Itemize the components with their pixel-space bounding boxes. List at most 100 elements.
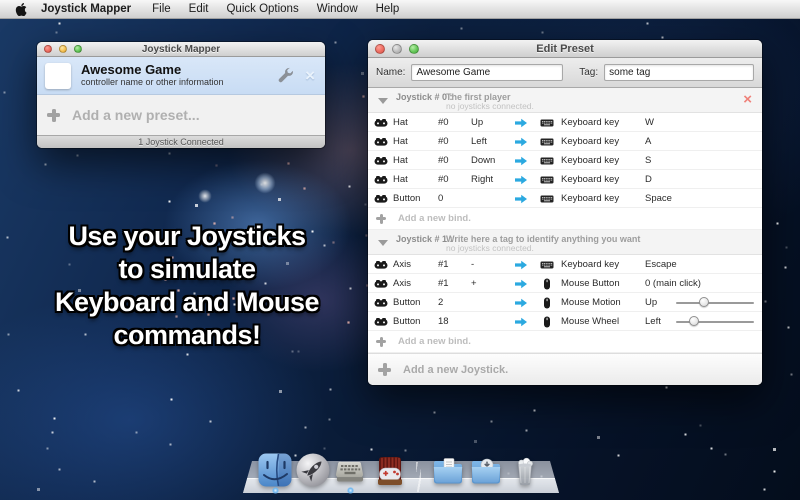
target-value: Space <box>645 189 672 208</box>
apple-menu[interactable] <box>10 2 32 17</box>
source-direction: Down <box>471 151 495 170</box>
tag-label: Tag: <box>579 67 598 78</box>
keyboard-icon <box>539 189 555 208</box>
add-bind-label: Add a new bind. <box>398 213 471 224</box>
dock-launchpad-icon[interactable] <box>295 452 331 488</box>
menu-edit[interactable]: Edit <box>180 0 218 18</box>
bind-row[interactable]: Hat #0 Right Keyboard key D <box>368 170 762 189</box>
joystick-connected-status: 1 Joystick Connected <box>138 137 224 147</box>
add-bind-row[interactable]: Add a new bind. <box>368 331 762 353</box>
gamepad-icon <box>374 255 388 274</box>
minimize-button[interactable] <box>59 45 67 53</box>
preset-list-item[interactable]: Awesome Game controller name or other in… <box>37 57 325 95</box>
menu-app-name[interactable]: Joystick Mapper <box>32 0 143 18</box>
source-id: #0 <box>438 113 449 132</box>
right-arrow-icon <box>514 113 528 132</box>
right-arrow-icon <box>514 170 528 189</box>
slider-thumb[interactable] <box>699 297 709 307</box>
tagline-line-4: commands! <box>22 319 352 352</box>
menu-window[interactable]: Window <box>308 0 367 18</box>
target-type: Keyboard key <box>561 170 619 189</box>
joystick-1-label: Joystick # 1 : <box>396 234 453 244</box>
zoom-button[interactable] <box>74 45 82 53</box>
bind-row[interactable]: Hat #0 Left Keyboard key A <box>368 132 762 151</box>
bind-row[interactable]: Button 18 Mouse Wheel Left <box>368 312 762 331</box>
slider-track <box>676 302 754 304</box>
minimize-button-disabled <box>392 44 402 54</box>
gamepad-icon <box>374 274 388 293</box>
target-value: Escape <box>645 255 677 274</box>
disclosure-triangle-icon[interactable] <box>378 240 388 246</box>
target-type: Keyboard key <box>561 132 619 151</box>
source-direction: Left <box>471 132 487 151</box>
preset-window-titlebar[interactable]: Joystick Mapper <box>37 42 325 57</box>
slider-track <box>676 321 754 323</box>
bind-row[interactable]: Hat #0 Up Keyboard key W <box>368 113 762 132</box>
menu-file[interactable]: File <box>143 0 180 18</box>
value-slider[interactable] <box>676 293 754 312</box>
gamepad-icon <box>374 312 388 331</box>
joystick-0-header[interactable]: Joystick # 0 : The first player no joyst… <box>368 88 762 113</box>
delete-preset-icon[interactable]: × <box>305 67 315 84</box>
bind-row[interactable]: Axis #1 + Mouse Button 0 (main click) <box>368 274 762 293</box>
preset-status-bar: 1 Joystick Connected <box>37 135 325 148</box>
keyboard-icon <box>539 151 555 170</box>
tag-input[interactable] <box>604 64 754 81</box>
joystick-1-header[interactable]: Joystick # 1 : Write here a tag to ident… <box>368 230 762 255</box>
target-type: Keyboard key <box>561 113 619 132</box>
edit-window-titlebar[interactable]: Edit Preset <box>368 40 762 58</box>
bind-row[interactable]: Hat #0 Down Keyboard key S <box>368 151 762 170</box>
right-arrow-icon <box>514 189 528 208</box>
dock-keyboard-app-icon[interactable] <box>332 452 368 488</box>
keyboard-icon <box>539 255 555 274</box>
close-button[interactable] <box>44 45 52 53</box>
tagline-line-1: Use your Joysticks <box>22 220 352 253</box>
slider-thumb[interactable] <box>689 316 699 326</box>
add-preset-row[interactable]: Add a new preset... <box>37 95 325 135</box>
zoom-button[interactable] <box>409 44 419 54</box>
target-value: 0 (main click) <box>645 274 701 293</box>
bind-row[interactable]: Axis #1 - Keyboard key Escape <box>368 255 762 274</box>
remove-joystick-icon[interactable]: × <box>743 90 752 110</box>
edit-preset-window: Edit Preset Name: Tag: Joystick # 0 : Th… <box>368 40 762 385</box>
bind-row[interactable]: Button 0 Keyboard key Space <box>368 189 762 208</box>
preset-name: Awesome Game <box>81 63 278 77</box>
dock-finder-icon[interactable] <box>257 452 293 488</box>
source-type: Hat <box>393 113 408 132</box>
tagline-line-2: to simulate <box>22 253 352 286</box>
mouse-icon <box>539 274 555 293</box>
running-indicator <box>347 487 354 494</box>
dock-gamepad-app-icon[interactable] <box>372 452 408 488</box>
dock-downloads-folder-icon[interactable] <box>468 452 504 488</box>
wrench-icon[interactable] <box>278 67 295 84</box>
right-arrow-icon <box>514 274 528 293</box>
disclosure-triangle-icon[interactable] <box>378 98 388 104</box>
add-joystick-row[interactable]: Add a new Joystick. <box>368 353 762 385</box>
value-slider[interactable] <box>676 312 754 331</box>
dock-documents-folder-icon[interactable] <box>430 452 466 488</box>
add-bind-label: Add a new bind. <box>398 336 471 347</box>
plus-icon <box>376 337 386 347</box>
bind-row[interactable]: Button 2 Mouse Motion Up <box>368 293 762 312</box>
apple-icon <box>15 2 28 17</box>
keyboard-icon <box>539 113 555 132</box>
dock-trash-icon[interactable] <box>507 452 543 488</box>
preset-thumbnail <box>45 63 71 89</box>
name-input[interactable] <box>411 64 563 81</box>
desktop: Joystick Mapper File Edit Quick Options … <box>0 0 800 500</box>
close-button[interactable] <box>375 44 385 54</box>
source-id: #0 <box>438 151 449 170</box>
source-type: Hat <box>393 170 408 189</box>
source-type: Hat <box>393 132 408 151</box>
target-value: D <box>645 170 652 189</box>
source-id: #0 <box>438 170 449 189</box>
add-bind-row[interactable]: Add a new bind. <box>368 208 762 230</box>
bindings-list: Joystick # 0 : The first player no joyst… <box>368 88 762 385</box>
menu-help[interactable]: Help <box>367 0 409 18</box>
gamepad-icon <box>374 189 388 208</box>
menu-quick-options[interactable]: Quick Options <box>217 0 307 18</box>
source-id: 18 <box>438 312 449 331</box>
target-type: Mouse Motion <box>561 293 621 312</box>
source-type: Axis <box>393 274 411 293</box>
gamepad-icon <box>374 132 388 151</box>
